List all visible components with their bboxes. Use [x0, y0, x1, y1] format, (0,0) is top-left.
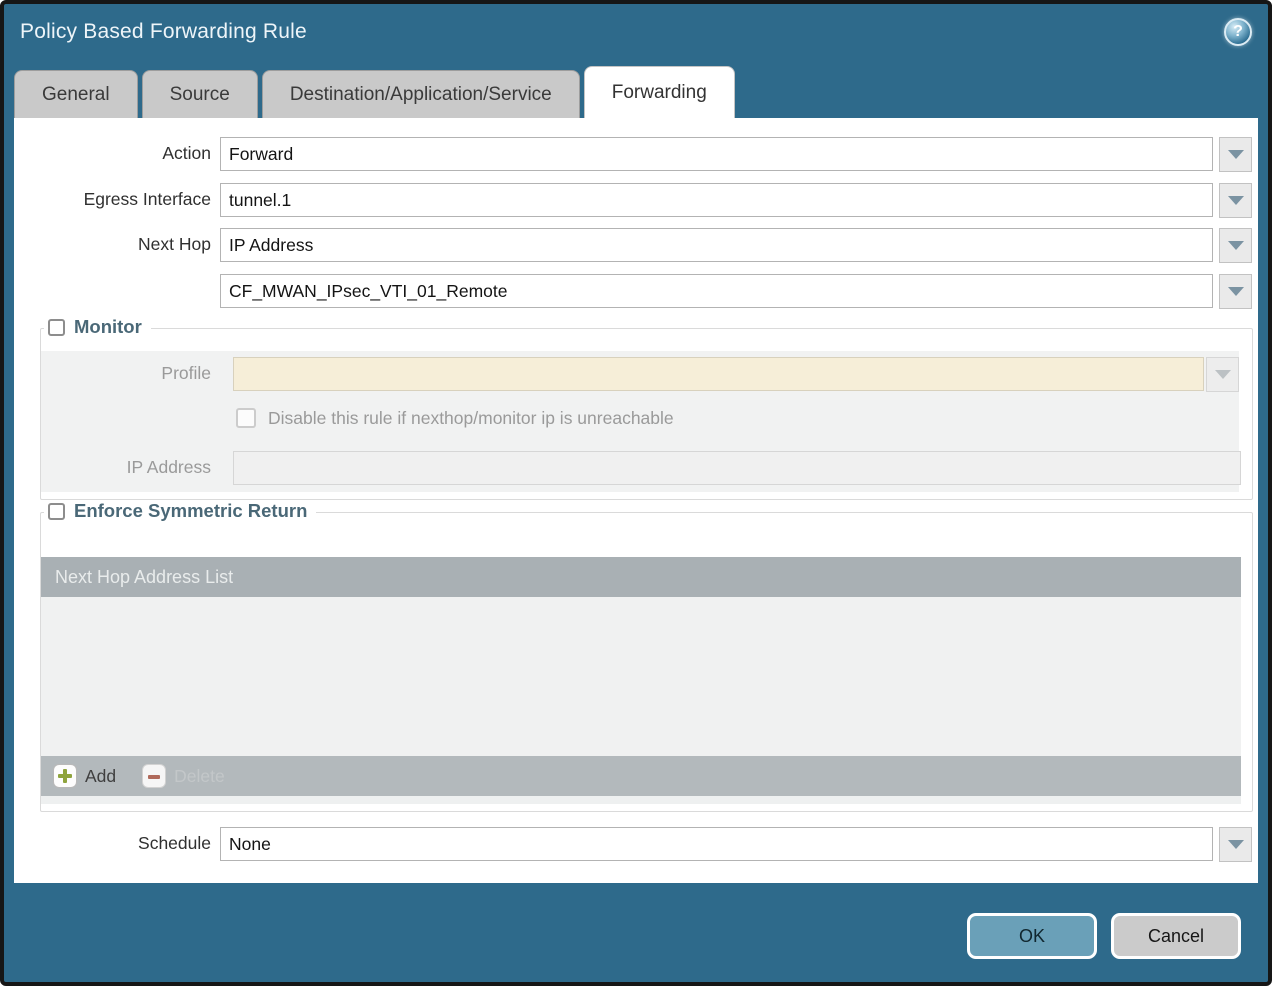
- next-hop-label: Next Hop: [14, 228, 211, 262]
- next-hop-address-list-toolbar: Add Delete: [41, 756, 1241, 796]
- action-row: Action: [14, 137, 1258, 171]
- add-button[interactable]: Add: [53, 764, 116, 788]
- disable-rule-label: Disable this rule if nexthop/monitor ip …: [268, 408, 674, 429]
- help-icon[interactable]: ?: [1224, 18, 1252, 46]
- delete-minus-icon: [142, 764, 166, 788]
- profile-label: Profile: [41, 357, 211, 391]
- pbf-rule-dialog: Policy Based Forwarding Rule ? General S…: [0, 0, 1272, 986]
- monitor-legend-label: Monitor: [74, 316, 142, 338]
- tab-general[interactable]: General: [14, 70, 138, 118]
- table-bottom-strip: [41, 796, 1241, 804]
- schedule-dropdown-button[interactable]: [1219, 827, 1252, 862]
- profile-dropdown-button: [1206, 357, 1239, 392]
- chevron-down-icon: [1215, 370, 1231, 379]
- chevron-down-icon: [1228, 287, 1244, 296]
- next-hop-row: Next Hop: [14, 228, 1258, 262]
- forwarding-tab-panel: Action Egress Interface Next Hop: [14, 118, 1258, 883]
- tab-forwarding[interactable]: Forwarding: [584, 66, 735, 118]
- ok-button[interactable]: OK: [967, 913, 1097, 959]
- delete-button: Delete: [142, 764, 225, 788]
- next-hop-type-select[interactable]: [220, 228, 1213, 262]
- add-button-label: Add: [85, 766, 116, 787]
- action-label: Action: [14, 137, 211, 171]
- enforce-symmetric-return-legend-label: Enforce Symmetric Return: [74, 500, 307, 522]
- next-hop-address-dropdown-button[interactable]: [1219, 274, 1252, 309]
- enforce-symmetric-return-checkbox[interactable]: [48, 503, 65, 520]
- disable-rule-row: Disable this rule if nexthop/monitor ip …: [236, 407, 674, 429]
- next-hop-address-select[interactable]: [220, 274, 1213, 308]
- tab-destination-application-service[interactable]: Destination/Application/Service: [262, 70, 580, 118]
- schedule-select[interactable]: [220, 827, 1213, 861]
- add-plus-icon: [53, 764, 77, 788]
- chevron-down-icon: [1228, 840, 1244, 849]
- schedule-row: Schedule: [14, 827, 1258, 861]
- egress-interface-row: Egress Interface: [14, 183, 1258, 217]
- enforce-symmetric-return-section: Enforce Symmetric Return Next Hop Addres…: [40, 512, 1253, 812]
- next-hop-address-list-header: Next Hop Address List: [41, 557, 1241, 597]
- chevron-down-icon: [1228, 241, 1244, 250]
- action-select[interactable]: [220, 137, 1213, 171]
- enforce-symmetric-return-legend: Enforce Symmetric Return: [44, 500, 316, 522]
- monitor-ip-address-label: IP Address: [41, 451, 211, 485]
- egress-interface-select[interactable]: [220, 183, 1213, 217]
- monitor-checkbox[interactable]: [48, 319, 65, 336]
- monitor-panel: Profile Disable this rule if nexthop/mon…: [41, 351, 1239, 492]
- egress-interface-dropdown-button[interactable]: [1219, 183, 1252, 218]
- chevron-down-icon: [1228, 196, 1244, 205]
- action-dropdown-button[interactable]: [1219, 137, 1252, 172]
- next-hop-address-list-body: [41, 597, 1241, 756]
- next-hop-address-row: [14, 274, 1258, 308]
- tab-source[interactable]: Source: [142, 70, 258, 118]
- disable-rule-checkbox: [236, 408, 256, 428]
- egress-interface-label: Egress Interface: [14, 183, 211, 217]
- tab-bar: General Source Destination/Application/S…: [14, 66, 735, 118]
- monitor-ip-address-input: [233, 451, 1241, 485]
- next-hop-dropdown-button[interactable]: [1219, 228, 1252, 263]
- cancel-button[interactable]: Cancel: [1111, 913, 1241, 959]
- next-hop-address-list-table: Next Hop Address List Add Delete: [41, 557, 1241, 804]
- monitor-section: Monitor Profile Disable this rule if nex…: [40, 328, 1253, 500]
- monitor-legend: Monitor: [44, 316, 151, 338]
- schedule-label: Schedule: [14, 827, 211, 861]
- chevron-down-icon: [1228, 150, 1244, 159]
- dialog-title: Policy Based Forwarding Rule: [20, 20, 307, 44]
- profile-select: [233, 357, 1204, 391]
- delete-button-label: Delete: [174, 766, 225, 787]
